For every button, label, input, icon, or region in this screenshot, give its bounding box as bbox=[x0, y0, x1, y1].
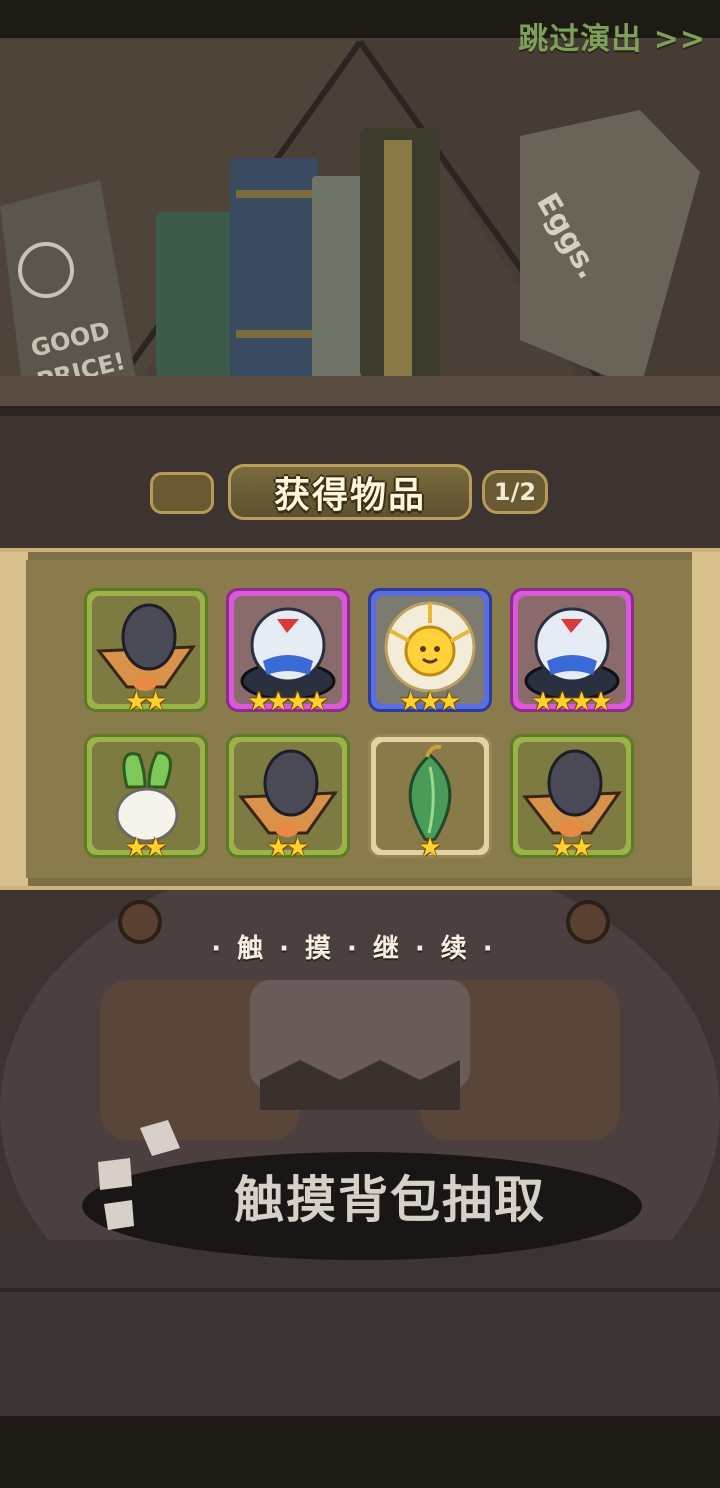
rarity-stars: ★ ★ bbox=[513, 835, 631, 861]
star-icon: ★ bbox=[570, 833, 594, 863]
reward-item[interactable]: ★ ★ ★ ★ bbox=[226, 588, 350, 715]
skip-animation-button[interactable]: 跳过演出 >> bbox=[518, 14, 706, 58]
page-indicator: 1/2 bbox=[482, 470, 548, 514]
reward-grid: ★ ★ ★ ★ ★ ★ ★ ★ ★ ★ ★ ★ ★ ★ ★ ★ ★ ★ ★ ★ bbox=[84, 588, 636, 861]
rarity-stars: ★ bbox=[371, 835, 489, 861]
touch-bag-draw-prompt[interactable]: 触摸背包抽取 bbox=[0, 1160, 720, 1232]
rarity-stars: ★ ★ bbox=[87, 689, 205, 715]
star-icon: ★ bbox=[144, 687, 168, 717]
scroll-edge-right bbox=[692, 552, 720, 886]
star-icon: ★ bbox=[286, 833, 310, 863]
reward-item[interactable]: ★ ★ ★ ★ bbox=[510, 588, 634, 715]
reward-item[interactable]: ★ ★ bbox=[510, 734, 634, 861]
star-icon: ★ bbox=[305, 687, 329, 717]
star-icon: ★ bbox=[589, 687, 613, 717]
title-tab-left bbox=[150, 472, 214, 514]
rarity-stars: ★ ★ ★ ★ bbox=[229, 689, 347, 715]
title-banner: 获得物品 bbox=[228, 464, 472, 520]
star-icon: ★ bbox=[418, 833, 442, 863]
star-icon: ★ bbox=[144, 833, 168, 863]
page-title: 获得物品 bbox=[273, 474, 426, 516]
tap-to-continue[interactable]: ·触·摸·继·续· bbox=[0, 928, 720, 965]
game-scene[interactable]: GOOD PRICE! Eggs. 跳过演出 >> 获得物品 1/2 ★ ★ ★… bbox=[0, 0, 720, 1488]
star-icon: ★ bbox=[437, 687, 461, 717]
reward-item[interactable]: ★ ★ bbox=[226, 734, 350, 861]
reward-item[interactable]: ★ ★ bbox=[84, 588, 208, 715]
reward-item[interactable]: ★ ★ bbox=[84, 734, 208, 861]
rarity-stars: ★ ★ bbox=[87, 835, 205, 861]
reward-item[interactable]: ★ ★ ★ bbox=[368, 588, 492, 715]
title-row: 获得物品 1/2 bbox=[0, 462, 720, 524]
rarity-stars: ★ ★ bbox=[229, 835, 347, 861]
scroll-edge-left bbox=[0, 552, 28, 886]
rarity-stars: ★ ★ ★ bbox=[371, 689, 489, 715]
reward-item[interactable]: ★ bbox=[368, 734, 492, 861]
rarity-stars: ★ ★ ★ ★ bbox=[513, 689, 631, 715]
